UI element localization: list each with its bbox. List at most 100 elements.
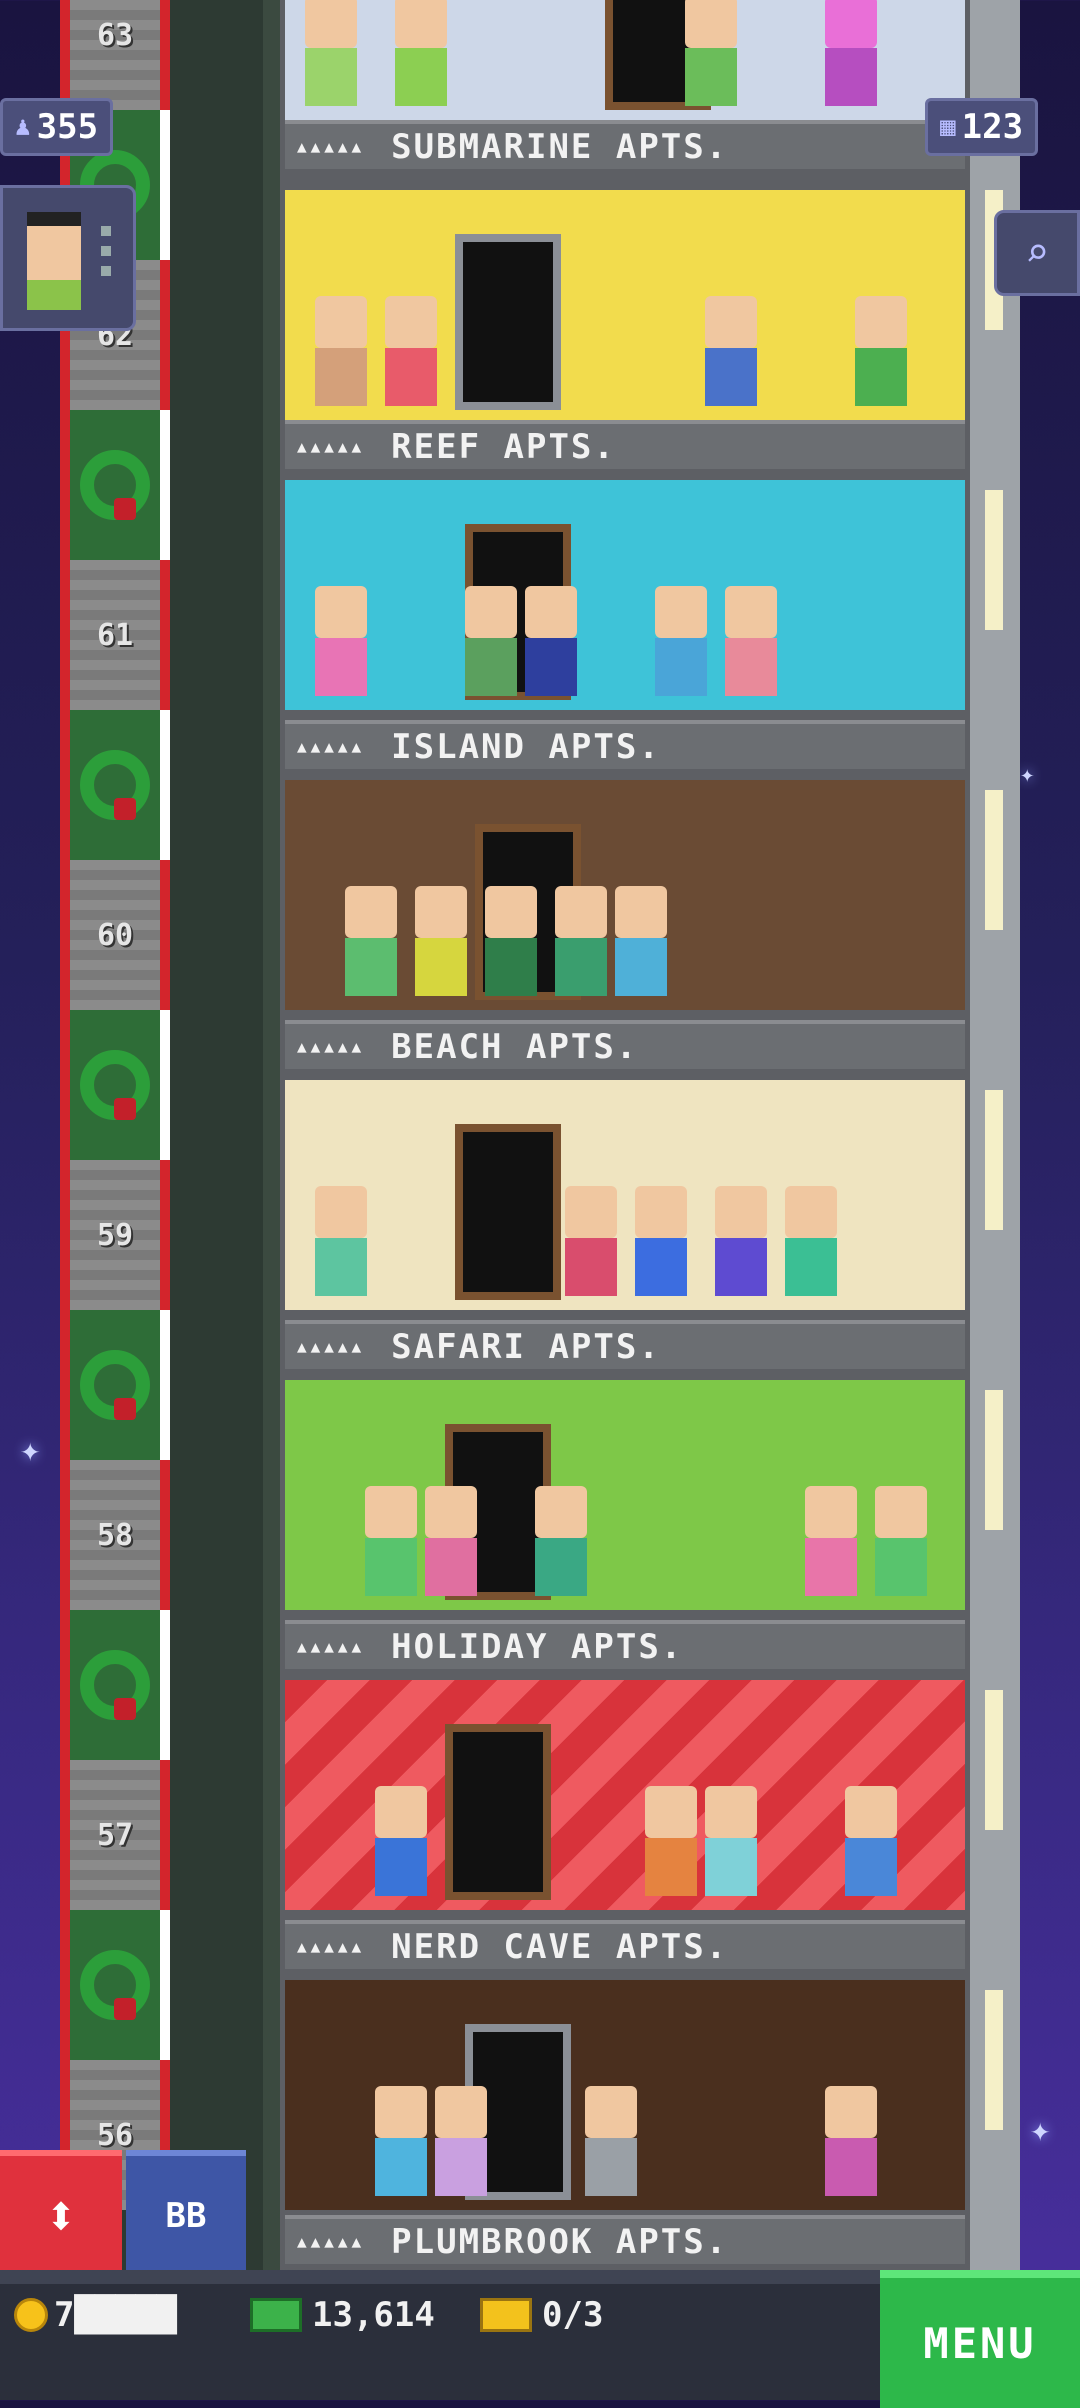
resident[interactable] [435, 2086, 487, 2196]
avatar [27, 212, 81, 280]
resident[interactable] [485, 886, 537, 996]
floor-room-safari[interactable] [285, 1080, 965, 1310]
resident[interactable] [375, 1786, 427, 1896]
resident[interactable] [555, 886, 607, 996]
shaft-floor-58[interactable]: 58 [60, 1310, 240, 1610]
floor-label-plumbrook[interactable]: ▲▲▲▲▲ PLUMBROOK APTS. [285, 2215, 965, 2264]
shaft-floor-61[interactable]: 61 [60, 410, 240, 710]
resident[interactable] [305, 0, 357, 106]
shaft-floor-59[interactable]: 59 [60, 1010, 240, 1310]
bux-value: 13,614 [312, 2295, 435, 2335]
tower-right-pillar [970, 0, 1020, 2270]
resident[interactable] [415, 886, 467, 996]
wreath-icon [60, 1910, 170, 2060]
floor-label-safari[interactable]: ▲▲▲▲▲ SAFARI APTS. [285, 1320, 965, 1369]
floor-label-submarine[interactable]: ▲▲▲▲▲ SUBMARINE APTS. [285, 120, 965, 169]
resident[interactable] [725, 586, 777, 696]
resident[interactable] [365, 1486, 417, 1596]
floor-room-island[interactable] [285, 480, 965, 710]
population-counter[interactable]: ♟ 355 [0, 98, 114, 156]
bux-counter[interactable]: 13,614 [250, 2295, 435, 2335]
resident[interactable] [315, 1186, 367, 1296]
menu-button[interactable]: MENU [880, 2270, 1080, 2408]
resident[interactable] [315, 296, 367, 406]
background-star: ✦ [20, 1430, 41, 1470]
floor-stars: ▲▲▲▲▲ [297, 137, 366, 156]
resident[interactable] [615, 886, 667, 996]
resident[interactable] [635, 1186, 687, 1296]
coins-value: 7█████ [54, 2295, 177, 2335]
resident[interactable] [395, 0, 447, 106]
floor-label-reef[interactable]: ▲▲▲▲▲ REEF APTS. [285, 420, 965, 469]
population-value: 355 [36, 107, 99, 147]
avatar-shirt [27, 280, 81, 310]
resident[interactable] [705, 1786, 757, 1896]
floor-counter[interactable]: ▦ 123 [925, 98, 1039, 156]
resident[interactable] [375, 2086, 427, 2196]
floor-label-holiday[interactable]: ▲▲▲▲▲ HOLIDAY APTS. [285, 1620, 965, 1669]
shaft-floor-number: 60 [60, 860, 170, 1010]
coins-counter[interactable]: 7█████ [14, 2295, 177, 2335]
search-button[interactable]: ⌕ [994, 210, 1080, 296]
room-door [455, 234, 561, 410]
bb-button[interactable]: BB [126, 2150, 246, 2276]
window-light [985, 1690, 1003, 1830]
resident[interactable] [465, 586, 517, 696]
floor-room-submarine[interactable] [285, 0, 965, 120]
floor-room-plumbrook[interactable] [285, 1980, 965, 2210]
window-light [985, 790, 1003, 930]
resident[interactable] [315, 586, 367, 696]
window-light [985, 1090, 1003, 1230]
floor-name: REEF APTS. [391, 426, 616, 467]
resident[interactable] [385, 296, 437, 406]
resident[interactable] [525, 586, 577, 696]
resident[interactable] [655, 586, 707, 696]
bb-label: BB [165, 2196, 207, 2236]
tickets-counter[interactable]: 0/3 [480, 2295, 603, 2335]
shaft-floor-number: 63 [60, 0, 170, 110]
floor-label-nerd-cave[interactable]: ▲▲▲▲▲ NERD CAVE APTS. [285, 1920, 965, 1969]
floor-room-holiday[interactable] [285, 1380, 965, 1610]
floor-room-nerd-cave[interactable] [285, 1680, 965, 1910]
floor-name: SUBMARINE APTS. [391, 126, 729, 167]
room-door [445, 1724, 551, 1900]
resident[interactable] [875, 1486, 927, 1596]
resident[interactable] [825, 0, 877, 106]
bitizen-avatar-panel[interactable] [0, 185, 136, 331]
floor-label-beach[interactable]: ▲▲▲▲▲ BEACH APTS. [285, 1020, 965, 1069]
floor-room-beach[interactable] [285, 780, 965, 1010]
up-down-arrows-icon: ⬍ [44, 2183, 78, 2249]
resident[interactable] [645, 1786, 697, 1896]
elevator-button[interactable]: ⬍ [0, 2150, 122, 2276]
resident[interactable] [565, 1186, 617, 1296]
resident[interactable] [805, 1486, 857, 1596]
floor-stars: ▲▲▲▲▲ [297, 1337, 366, 1356]
resident[interactable] [585, 2086, 637, 2196]
room-door [455, 1124, 561, 1300]
floor-name: PLUMBROOK APTS. [391, 2221, 729, 2262]
resident[interactable] [705, 296, 757, 406]
floor-stars: ▲▲▲▲▲ [297, 1937, 366, 1956]
golden-ticket-icon [480, 2298, 532, 2332]
resident[interactable] [425, 1486, 477, 1596]
resident[interactable] [535, 1486, 587, 1596]
shaft-floor-63[interactable]: 63 [60, 0, 240, 110]
floor-room-reef[interactable] [285, 190, 965, 420]
resident[interactable] [715, 1186, 767, 1296]
wreath-icon [60, 710, 170, 860]
resident[interactable] [845, 1786, 897, 1896]
floor-name: SAFARI APTS. [391, 1326, 661, 1367]
floor-name: NERD CAVE APTS. [391, 1926, 729, 1967]
floor-name: BEACH APTS. [391, 1026, 639, 1067]
resident[interactable] [345, 886, 397, 996]
floor-name: HOLIDAY APTS. [391, 1626, 684, 1667]
resident[interactable] [825, 2086, 877, 2196]
resident[interactable] [855, 296, 907, 406]
background-star: ✦ [1020, 760, 1035, 788]
shaft-floor-number: 57 [60, 1760, 170, 1910]
shaft-floor-57[interactable]: 57 [60, 1610, 240, 1910]
floor-label-island[interactable]: ▲▲▲▲▲ ISLAND APTS. [285, 720, 965, 769]
resident[interactable] [785, 1186, 837, 1296]
resident[interactable] [685, 0, 737, 106]
shaft-floor-60[interactable]: 60 [60, 710, 240, 1010]
